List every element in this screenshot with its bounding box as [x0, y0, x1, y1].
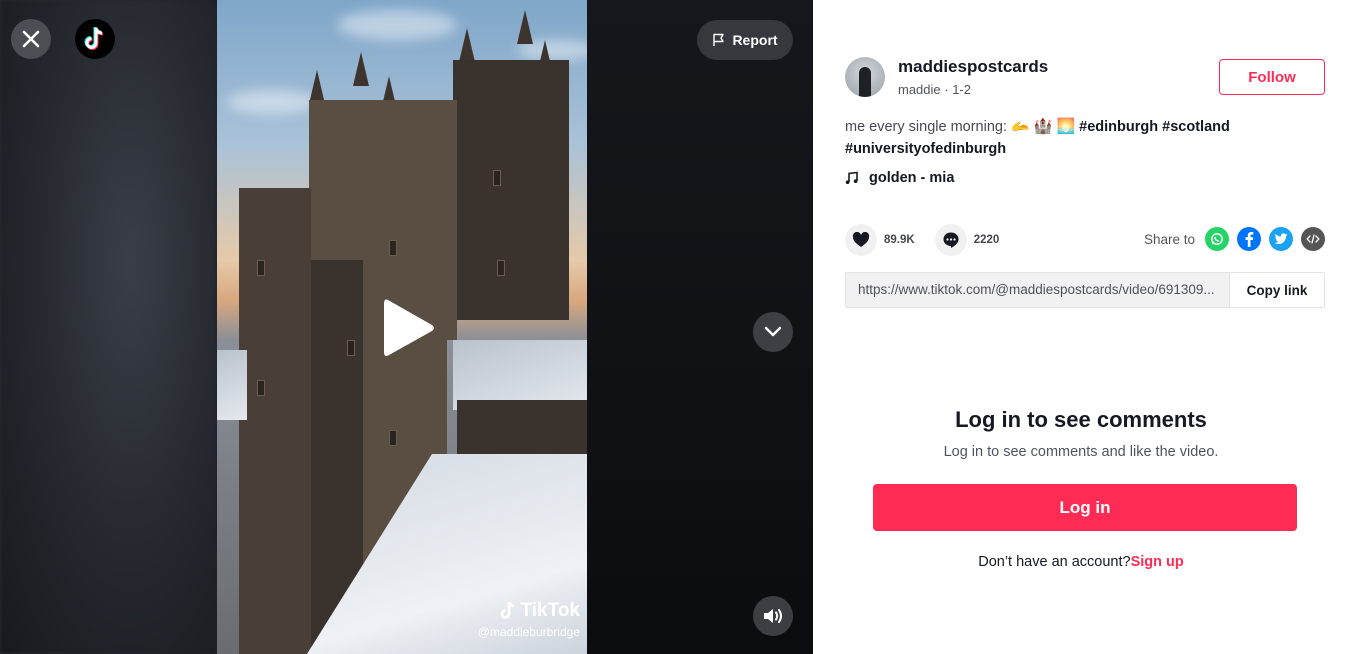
separator: · — [940, 82, 953, 97]
spire — [309, 70, 325, 104]
embed-code-icon — [1306, 234, 1320, 244]
hashtag-link[interactable]: #universityofedinburgh — [845, 141, 1006, 157]
like-count: 89.9K — [884, 234, 915, 246]
snowy-roof — [217, 350, 247, 420]
window — [257, 260, 265, 276]
emoji-sunrise: 🌅 — [1056, 118, 1076, 135]
share-embed-button[interactable] — [1301, 227, 1325, 251]
share-facebook-button[interactable] — [1237, 227, 1261, 251]
spire — [353, 52, 369, 86]
tiktok-logo-icon — [84, 26, 104, 50]
close-button[interactable] — [11, 19, 51, 59]
video-caption: me every single morning: 🫴 🏰 🌅 #edinburg… — [845, 116, 1305, 160]
comments-login-title: Log in to see comments — [955, 407, 1207, 432]
tiktok-video-page: Report TikTok @maddieburbridge maddiespo… — [0, 0, 1349, 654]
play-icon[interactable] — [380, 296, 436, 360]
volume-button[interactable] — [753, 596, 793, 636]
music-title: golden - mia — [869, 170, 955, 186]
post-date: 1-2 — [952, 82, 971, 97]
share-twitter-button[interactable] — [1269, 227, 1293, 251]
window — [347, 340, 355, 356]
hashtag-link[interactable]: #edinburgh — [1079, 119, 1158, 135]
video-player-area[interactable]: Report TikTok @maddieburbridge — [0, 0, 813, 654]
cloud — [337, 10, 457, 40]
report-button[interactable]: Report — [697, 20, 793, 60]
heart-icon — [852, 232, 870, 247]
window — [257, 380, 265, 396]
emoji-castle: 🏰 — [1033, 118, 1053, 135]
author-nickname: maddie — [898, 82, 941, 97]
hashtag-link[interactable]: #scotland — [1162, 119, 1230, 135]
video-details-panel: maddiespostcards maddie · 1-2 Follow me … — [813, 0, 1349, 654]
window — [389, 240, 397, 256]
report-label: Report — [732, 32, 778, 48]
follow-button[interactable]: Follow — [1219, 59, 1325, 95]
music-link[interactable]: golden - mia — [845, 170, 954, 186]
comments-login-subtitle: Log in to see comments and like the vide… — [943, 444, 1219, 460]
like-button[interactable] — [845, 224, 877, 256]
comment-count: 2220 — [973, 234, 1000, 246]
video-url-field[interactable]: https://www.tiktok.com/@maddiespostcards… — [846, 273, 1229, 307]
tiktok-note-icon — [500, 601, 514, 619]
engagement-stats: 89.9K 2220 — [845, 224, 1019, 256]
close-icon — [22, 30, 40, 48]
copy-link-button[interactable]: Copy link — [1229, 273, 1324, 307]
share-whatsapp-button[interactable] — [1205, 227, 1229, 251]
avatar-figure — [859, 67, 871, 97]
blurred-background-left — [0, 0, 217, 654]
spire — [517, 10, 533, 44]
window — [389, 430, 397, 446]
volume-icon — [764, 609, 782, 623]
emoji-hand: 🫴 — [1011, 118, 1030, 135]
watermark-brand: TikTok — [520, 600, 580, 621]
avatar[interactable] — [845, 57, 885, 97]
window — [497, 260, 505, 276]
watermark-handle: @maddieburbridge — [477, 625, 580, 639]
share-link-box: https://www.tiktok.com/@maddiespostcards… — [845, 272, 1325, 308]
facebook-icon — [1245, 232, 1254, 247]
no-account-text: Don’t have an account? — [978, 554, 1131, 570]
flag-icon — [713, 33, 725, 46]
comment-icon — [943, 232, 959, 248]
spire — [459, 28, 475, 62]
cloud — [227, 90, 317, 114]
author-subline: maddie · 1-2 — [898, 82, 971, 97]
twitter-icon — [1274, 233, 1288, 244]
caption-text: me every single morning: — [845, 119, 1012, 135]
tower — [453, 60, 569, 320]
music-note-icon — [845, 171, 858, 184]
share-label: Share to — [1143, 231, 1195, 247]
share-bar: Share to — [1144, 227, 1325, 251]
tower — [239, 188, 311, 654]
signup-link[interactable]: Sign up — [1131, 554, 1184, 570]
comment-button[interactable] — [934, 224, 967, 256]
tiktok-watermark: TikTok @maddieburbridge — [460, 600, 580, 639]
next-video-button[interactable] — [753, 312, 793, 352]
whatsapp-icon — [1211, 233, 1223, 245]
window — [493, 170, 501, 186]
chevron-down-icon — [764, 326, 782, 337]
tiktok-logo[interactable] — [75, 19, 115, 59]
author-username[interactable]: maddiespostcards — [898, 57, 1048, 77]
login-button[interactable]: Log in — [873, 484, 1297, 531]
signup-prompt: Don’t have an account?Sign up — [813, 554, 1349, 570]
